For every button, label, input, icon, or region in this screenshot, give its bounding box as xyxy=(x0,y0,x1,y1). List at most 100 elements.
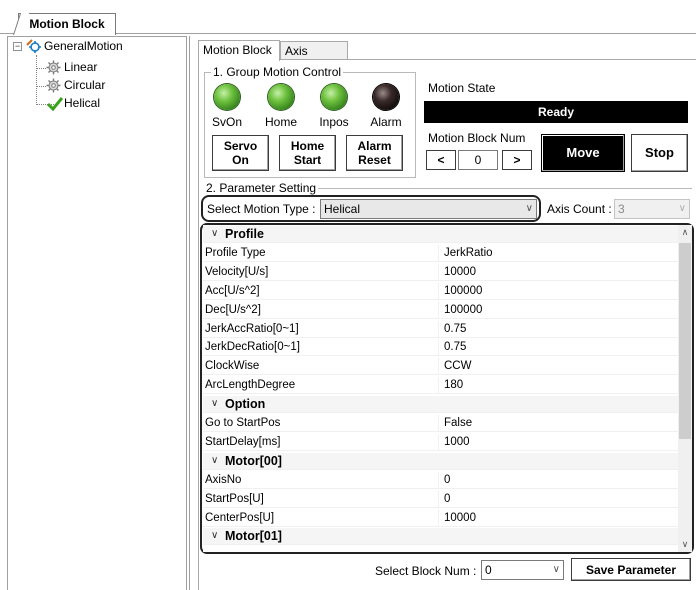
grid-row[interactable]: Dec[U/s^2] 100000 xyxy=(203,301,678,319)
motion-type-select[interactable]: Helical ∨ xyxy=(320,199,537,219)
tree-connector xyxy=(36,86,46,87)
chevron-up-icon[interactable]: ∧ xyxy=(678,225,692,240)
save-parameter-button[interactable]: Save Parameter xyxy=(571,558,691,581)
grid-row[interactable]: StartPos[U] 0 xyxy=(203,490,678,508)
grid-row-key: Profile Type xyxy=(203,244,439,262)
tree-connector xyxy=(36,55,37,105)
tab-motion-block-sub[interactable]: Motion Block xyxy=(198,40,280,61)
grid-row-value[interactable]: 0.75 xyxy=(442,321,678,338)
grid-row[interactable]: Profile Type JerkRatio xyxy=(203,244,678,262)
grid-row-value[interactable]: 1000 xyxy=(442,434,678,451)
grid-row[interactable]: StartDelay[ms] 1000 xyxy=(203,433,678,451)
tree-root-label[interactable]: GeneralMotion xyxy=(44,39,123,54)
home-start-label-1: Home xyxy=(290,139,325,153)
grid-category-label: Motor[01] xyxy=(225,529,282,544)
led-svon xyxy=(214,84,240,110)
alarm-reset-label-2: Reset xyxy=(358,153,391,167)
grid-row[interactable]: CenterPos[U] 10000 xyxy=(203,509,678,527)
grid-row-key: ArcLengthDegree xyxy=(203,377,439,395)
grid-row-key: JerkDecRatio[0~1] xyxy=(203,339,439,357)
chevron-down-icon[interactable]: ∨ xyxy=(678,537,692,552)
group-motion-control-title: 1. Group Motion Control xyxy=(211,65,344,79)
grid-category[interactable]: ∨ Profile xyxy=(203,226,678,243)
grid-row-value[interactable]: JerkRatio xyxy=(442,245,678,262)
chevron-down-icon[interactable]: ∨ xyxy=(211,226,218,242)
tree-item-helical[interactable]: Helical xyxy=(64,96,100,111)
chevron-down-icon: ∨ xyxy=(552,564,560,575)
select-block-combo[interactable]: 0 ∨ xyxy=(481,560,564,580)
grid-row[interactable]: ArcLengthDegree 180 xyxy=(203,377,678,395)
grid-row[interactable]: JerkDecRatio[0~1] 0.75 xyxy=(203,339,678,357)
grid-row-value[interactable]: 180 xyxy=(442,377,678,394)
motion-type-label: Select Motion Type : xyxy=(207,202,316,216)
grid-scrollbar[interactable]: ∧ ∨ xyxy=(678,225,692,552)
grid-category-label: Option xyxy=(225,397,266,412)
grid-row-key: Dec[U/s^2] xyxy=(203,301,439,319)
collapse-toggle-icon[interactable]: − xyxy=(13,42,22,51)
grid-row[interactable]: ClockWise CCW xyxy=(203,358,678,376)
grid-row[interactable]: Velocity[U/s] 10000 xyxy=(203,263,678,281)
grid-row-value[interactable]: 10000 xyxy=(442,510,678,527)
grid-row[interactable]: AxisNo 0 xyxy=(203,471,678,489)
grid-row-key: AxisNo xyxy=(203,471,439,489)
grid-row[interactable]: JerkAccRatio[0~1] 0.75 xyxy=(203,320,678,338)
grid-row-key: ClockWise xyxy=(203,358,439,376)
grid-row-value[interactable]: 100000 xyxy=(442,283,678,300)
select-block-value: 0 xyxy=(485,563,492,577)
block-num-field[interactable]: 0 xyxy=(458,150,498,170)
tab-motion-block[interactable]: Motion Block xyxy=(18,13,116,35)
chevron-down-icon[interactable]: ∨ xyxy=(211,396,218,412)
led-inpos xyxy=(321,84,347,110)
servo-on-button[interactable]: Servo On xyxy=(212,135,269,171)
grid-category[interactable]: ∨ Motor[00] xyxy=(203,452,678,470)
alarm-reset-label-1: Alarm xyxy=(357,139,392,153)
chevron-down-icon[interactable]: ∨ xyxy=(211,528,218,544)
led-label-alarm: Alarm xyxy=(370,115,402,129)
alarm-reset-button[interactable]: Alarm Reset xyxy=(346,135,403,171)
chevron-down-icon[interactable]: ∨ xyxy=(211,453,218,469)
scrollbar-thumb[interactable] xyxy=(679,243,691,439)
grid-row[interactable]: Acc[U/s^2] 100000 xyxy=(203,282,678,300)
group-parameter-setting: 2. Parameter Setting xyxy=(204,181,692,195)
gear-icon xyxy=(46,78,61,96)
led-alarm xyxy=(373,84,399,110)
grid-category-label: Profile xyxy=(225,227,264,241)
prev-block-button[interactable]: < xyxy=(426,150,456,170)
grid-row-key: StartPos[U] xyxy=(203,490,439,508)
chevron-down-icon: ∨ xyxy=(525,203,533,214)
tab-axis-status[interactable]: Axis Status xyxy=(280,41,348,76)
block-num-label: Motion Block Num xyxy=(428,131,526,145)
tree-item-circular[interactable]: Circular xyxy=(64,78,105,93)
grid-row-value[interactable]: 0 xyxy=(442,491,678,508)
grid-row-key: CenterPos[U] xyxy=(203,509,439,527)
grid-category[interactable]: ∨ Motor[01] xyxy=(203,528,678,546)
led-home xyxy=(268,84,294,110)
parameter-grid[interactable]: ∨ Profile Profile Type JerkRatio Velocity[U/… xyxy=(203,225,678,552)
tree-connector xyxy=(36,68,46,69)
tree-item-linear[interactable]: Linear xyxy=(64,60,97,75)
grid-row-key: Velocity[U/s] xyxy=(203,263,439,281)
grid-row-value[interactable]: 0 xyxy=(442,472,678,489)
axis-count-label: Axis Count : xyxy=(547,202,612,216)
motion-tree: − GeneralMotion Linear Circular Helical xyxy=(7,36,187,590)
group-parameter-setting-title: 2. Parameter Setting xyxy=(204,181,319,195)
grid-row-value[interactable]: False xyxy=(442,415,678,432)
axis-count-select[interactable]: 3 ∨ xyxy=(614,199,690,219)
motion-type-value: Helical xyxy=(324,202,361,216)
grid-row-key: JerkAccRatio[0~1] xyxy=(203,320,439,338)
led-label-inpos: Inpos xyxy=(319,115,349,129)
grid-row-value[interactable]: 10000 xyxy=(442,264,678,281)
move-button[interactable]: Move xyxy=(541,134,625,172)
next-block-button[interactable]: > xyxy=(502,150,532,170)
grid-category[interactable]: ∨ Option xyxy=(203,396,678,414)
grid-row[interactable]: Go to StartPos False xyxy=(203,415,678,432)
home-start-button[interactable]: Home Start xyxy=(279,135,336,171)
led-label-home: Home xyxy=(264,115,297,129)
grid-row-value[interactable]: CCW xyxy=(442,358,678,375)
grid-row-value[interactable]: 0.75 xyxy=(442,339,678,356)
stop-button[interactable]: Stop xyxy=(631,134,688,172)
motion-state-label: Motion State xyxy=(428,81,496,95)
home-start-label-2: Start xyxy=(293,153,322,167)
grid-row-value[interactable]: 100000 xyxy=(442,302,678,319)
main-tab-strip: Motion Block xyxy=(0,0,696,35)
